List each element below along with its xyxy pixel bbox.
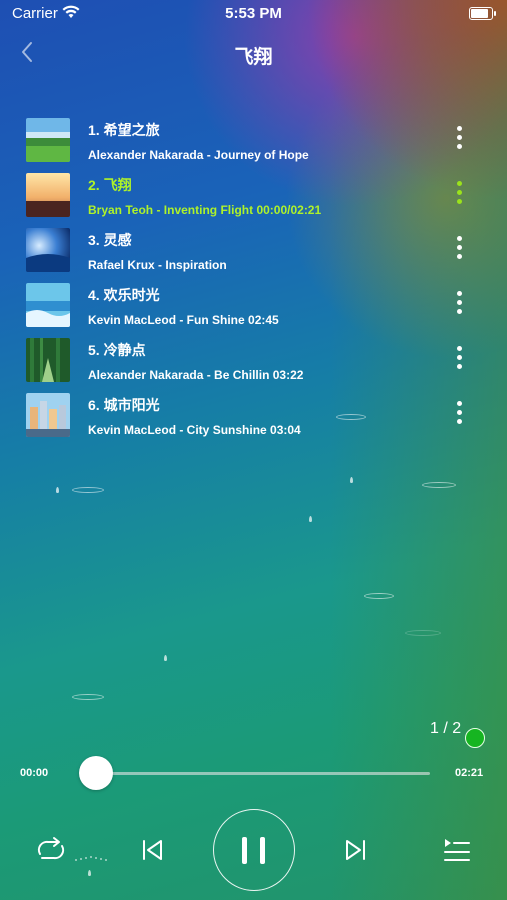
list-item[interactable]: 4. 欢乐时光 Kevin MacLeod - Fun Shine 02:45 <box>0 277 507 332</box>
dotted-line-icon <box>75 856 107 861</box>
raindrop-ripple <box>336 414 366 420</box>
track-artist: Alexander Nakarada - Journey of Hope <box>88 148 309 162</box>
raindrop-ripple <box>72 694 104 700</box>
skip-previous-icon[interactable] <box>141 838 165 862</box>
page-title: 飞翔 <box>234 47 273 68</box>
more-options-icon[interactable] <box>452 126 466 154</box>
track-artist: Bryan Teoh - Inventing Flight 00:00/02:2… <box>88 203 322 217</box>
track-title: 4. 欢乐时光 <box>88 287 160 303</box>
list-item[interactable]: 2. 飞翔 Bryan Teoh - Inventing Flight 00:0… <box>0 167 507 222</box>
floating-dot-button[interactable] <box>465 728 485 748</box>
track-artist: Kevin MacLeod - Fun Shine 02:45 <box>88 313 279 327</box>
track-title: 3. 灵感 <box>88 232 132 248</box>
track-title: 5. 冷静点 <box>88 342 146 358</box>
track-artist: Kevin MacLeod - City Sunshine 03:04 <box>88 423 301 437</box>
track-title: 2. 飞翔 <box>88 177 132 193</box>
raindrop <box>164 655 167 661</box>
list-item[interactable]: 6. 城市阳光 Kevin MacLeod - City Sunshine 03… <box>0 387 507 442</box>
current-time: 00:00 <box>20 767 49 779</box>
skip-next-icon[interactable] <box>343 838 367 862</box>
progress-knob[interactable] <box>79 756 113 790</box>
album-art <box>26 393 70 437</box>
raindrop <box>350 477 353 483</box>
more-options-icon[interactable] <box>452 236 466 264</box>
status-time: 5:53 PM <box>225 5 282 22</box>
album-art <box>26 228 70 272</box>
pause-button[interactable] <box>213 809 295 891</box>
album-art <box>26 283 70 327</box>
repeat-icon[interactable] <box>34 836 68 864</box>
more-options-icon[interactable] <box>452 181 466 209</box>
raindrop-ripple <box>364 593 394 599</box>
page-indicator: 1 / 2 <box>430 720 462 737</box>
raindrop <box>88 870 91 876</box>
total-time: 02:21 <box>455 767 484 779</box>
list-item[interactable]: 5. 冷静点 Alexander Nakarada - Be Chillin 0… <box>0 332 507 387</box>
progress-track[interactable] <box>96 772 430 775</box>
track-title: 1. 希望之旅 <box>88 122 160 138</box>
list-item[interactable]: 1. 希望之旅 Alexander Nakarada - Journey of … <box>0 112 507 167</box>
track-title: 6. 城市阳光 <box>88 397 160 413</box>
more-options-icon[interactable] <box>452 401 466 429</box>
raindrop <box>56 487 59 493</box>
status-bar: Carrier 5:53 PM <box>0 0 507 28</box>
pause-icon <box>242 837 247 864</box>
battery-level <box>471 9 488 18</box>
pause-icon <box>260 837 265 864</box>
album-art <box>26 118 70 162</box>
list-item[interactable]: 3. 灵感 Rafael Krux - Inspiration <box>0 222 507 277</box>
battery-icon <box>469 7 496 20</box>
more-options-icon[interactable] <box>452 291 466 319</box>
raindrop <box>309 516 312 522</box>
raindrop-ripple <box>72 487 104 493</box>
album-art <box>26 173 70 217</box>
album-art <box>26 338 70 382</box>
track-artist: Alexander Nakarada - Be Chillin 03:22 <box>88 368 304 382</box>
track-artist: Rafael Krux - Inspiration <box>88 258 227 272</box>
raindrop-ripple <box>405 630 441 636</box>
more-options-icon[interactable] <box>452 346 466 374</box>
playlist-icon[interactable] <box>443 836 471 864</box>
track-list: 1. 希望之旅 Alexander Nakarada - Journey of … <box>0 112 507 442</box>
raindrop-ripple <box>422 482 456 488</box>
